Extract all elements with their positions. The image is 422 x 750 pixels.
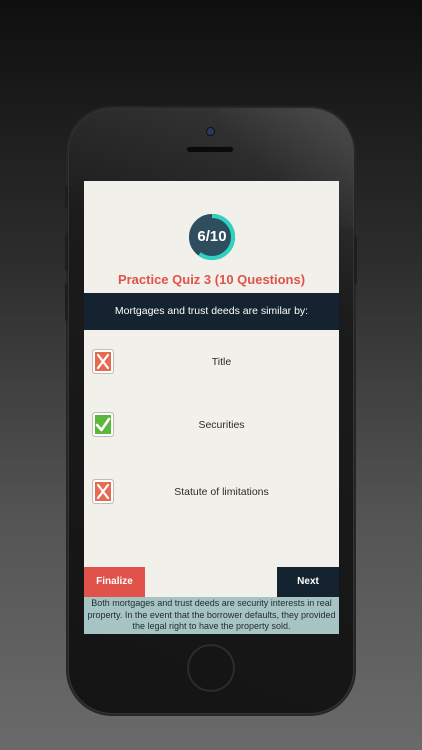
volume-up-button xyxy=(65,233,68,271)
answer-explanation: Both mortgages and trust deeds are secur… xyxy=(84,597,339,634)
answer-label: Title xyxy=(211,356,232,368)
mute-switch xyxy=(65,186,68,208)
volume-down-button xyxy=(65,283,68,321)
answer-option-2[interactable]: Securities xyxy=(84,410,339,440)
x-mark-icon xyxy=(92,479,114,504)
front-camera xyxy=(207,128,214,135)
answer-option-3[interactable]: Statute of limitations xyxy=(84,477,339,507)
earpiece-speaker xyxy=(186,146,234,153)
x-mark-icon xyxy=(92,349,114,374)
home-button[interactable] xyxy=(189,646,233,690)
progress-indicator: 6/10 xyxy=(188,213,236,261)
finalize-button[interactable]: Finalize xyxy=(84,567,145,597)
question-text: Mortgages and trust deeds are similar by… xyxy=(84,293,339,330)
app-screen: 6/10 Practice Quiz 3 (10 Questions) Mort… xyxy=(84,181,339,634)
progress-count: 6/10 xyxy=(197,228,227,245)
answer-label: Statute of limitations xyxy=(174,486,269,498)
next-button[interactable]: Next xyxy=(277,567,339,597)
check-mark-icon xyxy=(92,412,114,437)
power-button xyxy=(354,236,357,284)
answer-option-1[interactable]: Title xyxy=(84,347,339,377)
answer-label: Securities xyxy=(198,419,245,431)
quiz-title: Practice Quiz 3 (10 Questions) xyxy=(117,272,306,287)
